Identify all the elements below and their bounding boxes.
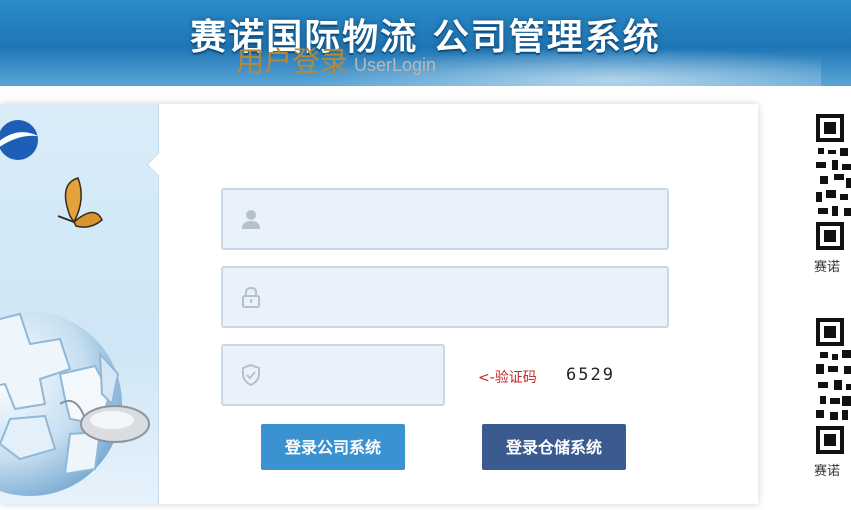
butterfly-icon	[57, 177, 103, 228]
login-warehouse-system-button[interactable]: 登录仓储系统	[482, 424, 626, 470]
username-input[interactable]	[269, 190, 659, 250]
login-illustration-panel	[0, 104, 159, 504]
user-icon	[242, 210, 260, 229]
captcha-image[interactable]: 6529	[566, 365, 615, 385]
captcha-input[interactable]	[269, 346, 435, 406]
captcha-field[interactable]	[221, 344, 445, 406]
company-logo-icon	[0, 120, 38, 160]
qr-code-icon	[814, 112, 851, 252]
lock-icon	[242, 286, 260, 308]
qr-code-block-1: 赛诺	[814, 112, 851, 275]
shield-check-icon	[242, 363, 260, 387]
qr-label-2: 赛诺	[814, 464, 841, 479]
globe-puzzle-illustration	[0, 120, 150, 496]
login-company-system-button[interactable]: 登录公司系统	[261, 424, 405, 470]
qr-label-1: 赛诺	[814, 260, 841, 275]
login-title-en: UserLogin	[354, 55, 437, 75]
captcha-hint: <-验证码	[478, 370, 537, 386]
username-field[interactable]	[221, 188, 669, 250]
login-title: 用户登录 UserLogin	[236, 40, 436, 80]
login-title-cn: 用户登录	[236, 45, 349, 78]
qr-code-block-2: 赛诺	[814, 316, 851, 479]
password-field[interactable]	[221, 266, 669, 328]
qr-code-icon	[814, 316, 851, 456]
password-input[interactable]	[269, 268, 659, 328]
